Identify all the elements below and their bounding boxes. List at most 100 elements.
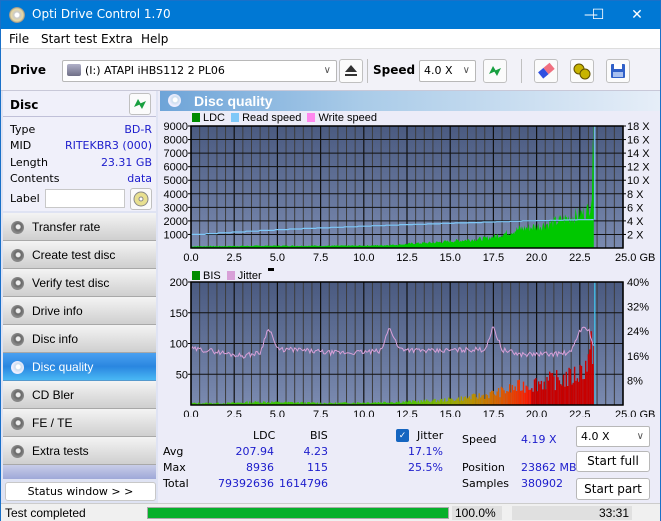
nav-drive-info[interactable]: Drive info	[3, 297, 156, 325]
bis-bar	[539, 384, 541, 405]
disc-quality-panel: Disc quality LDC Read speed Write speed …	[158, 91, 660, 503]
bis-bar	[468, 396, 471, 405]
bis-bar	[567, 386, 569, 405]
chevron-down-icon: ∨	[636, 431, 644, 442]
x-tick-label: 7.5	[313, 252, 328, 264]
disc-info-icon	[11, 333, 24, 346]
nav-transfer-rate[interactable]: Transfer rate	[3, 213, 156, 241]
x-tick-label: 12.5	[396, 409, 417, 417]
erase-button[interactable]	[534, 59, 558, 83]
bis-bar	[538, 381, 540, 405]
bis-bar	[515, 390, 518, 405]
bis-bar	[517, 380, 519, 405]
nav-verify-test-disc[interactable]: Verify test disc	[3, 269, 156, 297]
speed-value: 4.19 X	[521, 433, 557, 446]
menu-start-test[interactable]: Start test	[41, 32, 97, 46]
bis-bar	[460, 396, 462, 405]
max-bis: 115	[307, 461, 328, 474]
bis-bar	[492, 390, 494, 405]
save-button[interactable]	[606, 59, 630, 83]
nav-create-test-disc[interactable]: Create test disc	[3, 241, 156, 269]
refresh-button[interactable]	[483, 59, 507, 83]
bis-bar	[475, 397, 478, 405]
x-tick-label: 5.0	[270, 409, 285, 417]
status-text: Test completed	[5, 506, 86, 520]
title-bar: Opti Drive Control 1.70 — ☐ ✕	[1, 1, 660, 29]
speed-label: Speed	[462, 433, 497, 446]
close-button[interactable]: ✕	[614, 1, 660, 29]
settings-button[interactable]	[570, 59, 594, 83]
y-right-tick-label: 4 X	[627, 216, 644, 228]
bis-bar	[426, 399, 428, 405]
jitter-checkbox[interactable]: ✓	[396, 429, 409, 442]
start-part-button[interactable]: Start part	[576, 478, 650, 500]
nav-disc-info[interactable]: Disc info	[3, 325, 156, 353]
bis-bar	[507, 391, 509, 405]
bis-bar	[509, 384, 511, 405]
bis-bar	[522, 381, 525, 405]
jitter-label: Jitter	[417, 429, 444, 442]
bis-bar	[448, 397, 450, 405]
test-speed-select[interactable]: 4.0 X ∨	[576, 426, 650, 447]
drive-select[interactable]: (I:) ATAPI iHBS112 2 PL06 ∨	[62, 60, 337, 82]
bis-bar	[493, 394, 496, 405]
bis-bar	[466, 398, 468, 405]
menu-help[interactable]: Help	[141, 32, 168, 46]
x-tick-label: 22.5	[569, 252, 590, 264]
panel-header: Disc quality	[160, 91, 660, 111]
speed-select[interactable]: 4.0 X ∨	[419, 60, 476, 82]
bis-bar	[587, 354, 590, 405]
x-tick-label: 7.5	[313, 409, 328, 417]
bis-bar	[562, 374, 565, 405]
menu-file[interactable]: File	[9, 32, 29, 46]
avg-ldc: 207.94	[235, 445, 275, 458]
x-tick-label: 25.0 GB	[615, 252, 655, 264]
drive-icon	[67, 64, 81, 76]
bis-bar	[590, 331, 592, 405]
y-left-tick-label: 50	[176, 369, 188, 381]
disc-label-button[interactable]	[130, 188, 152, 210]
bis-bar	[571, 384, 573, 405]
nav-fe-te[interactable]: FE / TE	[3, 409, 156, 437]
bis-bar	[551, 373, 554, 405]
bis-bar	[576, 378, 579, 405]
bis-bar	[452, 399, 454, 405]
disc-label-input[interactable]	[45, 189, 125, 208]
bis-chart: 50 100 150 200 8% 16% 24% 32% 40% 0.0 2.5 5.0 7.5 10.…	[170, 277, 656, 417]
extra-tests-icon	[11, 445, 24, 458]
samples-label: Samples	[462, 477, 509, 490]
nav-disc-quality[interactable]: Disc quality	[3, 353, 156, 381]
x-tick-label: 17.5	[483, 252, 504, 264]
ldc-chart: 10002000 30004000 50006000 70008000 9000 2 X4…	[164, 121, 656, 264]
eject-button[interactable]	[339, 59, 363, 83]
bis-bar	[533, 379, 536, 405]
divider	[3, 116, 156, 117]
status-window-button[interactable]: Status window > >	[5, 482, 156, 501]
bis-bar	[579, 364, 581, 405]
nav-extra-tests[interactable]: Extra tests	[3, 437, 156, 465]
y-right-tick-label: 18 X	[627, 121, 650, 133]
nav-cd-bler[interactable]: CD Bler	[3, 381, 156, 409]
bis-bar	[554, 390, 556, 405]
x-tick-label: 25.0 GB	[615, 409, 655, 417]
start-full-button[interactable]: Start full	[576, 451, 650, 472]
y-left-tick-label: 1000	[164, 229, 188, 241]
y-left-tick-label: 9000	[164, 121, 188, 133]
menu-bar: File Start test Extra Help	[1, 29, 660, 49]
bis-bar	[572, 382, 574, 405]
bis-bar	[558, 380, 561, 405]
settings-icon	[573, 63, 591, 80]
disc-refresh-button[interactable]	[129, 93, 151, 115]
bis-bar	[568, 367, 570, 405]
bis-bar	[434, 398, 436, 405]
menu-extra[interactable]: Extra	[101, 32, 133, 46]
legend-marker	[267, 268, 274, 271]
bis-bar	[485, 394, 487, 405]
app-disc-icon	[9, 7, 25, 23]
bis-bar	[520, 390, 522, 405]
samples-value: 380902	[521, 477, 563, 490]
position-value: 23862 MB	[521, 461, 577, 474]
bis-bar	[457, 397, 460, 405]
disc-mid-value: RITEKBR3 (000)	[64, 139, 152, 152]
bis-bar	[500, 386, 503, 405]
